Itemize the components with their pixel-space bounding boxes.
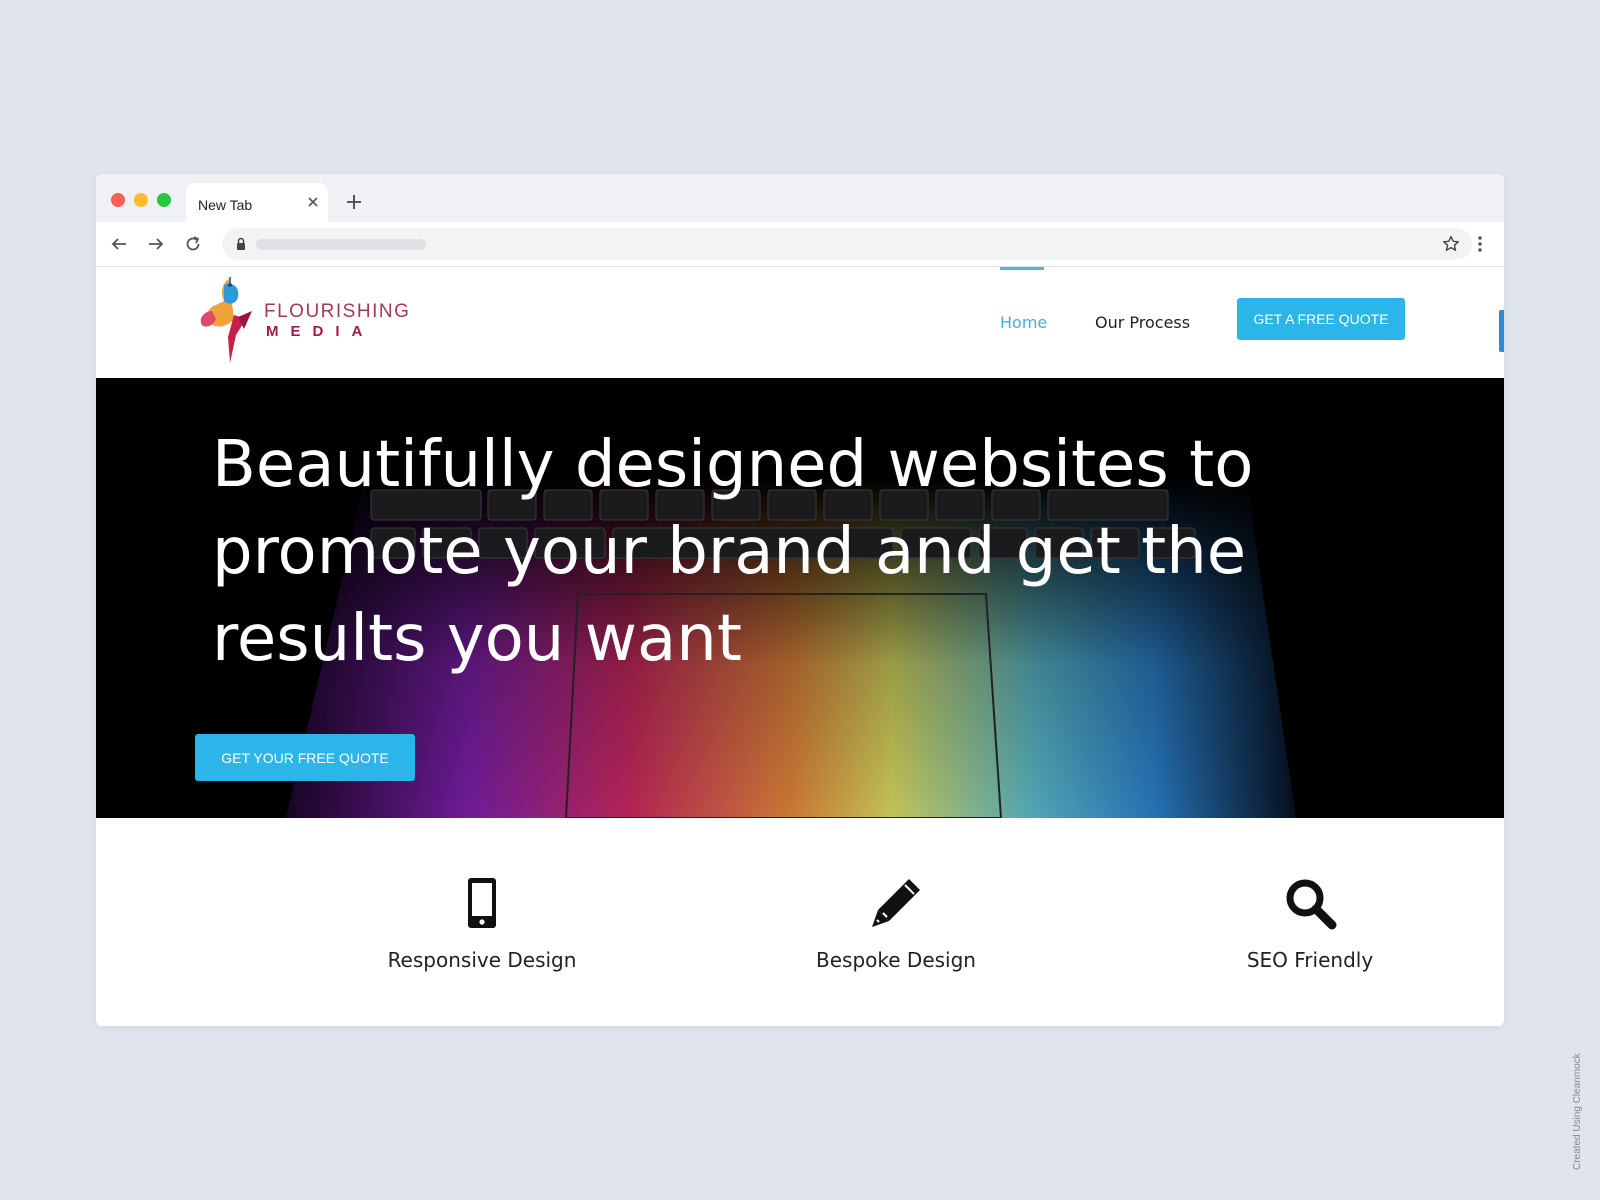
browser-toolbar [96, 222, 1504, 267]
feature-seo-friendly: SEO Friendly [1160, 818, 1460, 1018]
side-feedback-tab[interactable] [1499, 310, 1504, 352]
logo[interactable]: FLOURISHING MEDIA [194, 275, 434, 365]
mobile-phone-icon [468, 878, 496, 928]
reload-icon[interactable] [184, 235, 202, 253]
active-nav-indicator [1000, 267, 1044, 270]
tab-title: New Tab [198, 197, 253, 213]
lock-icon [237, 237, 245, 250]
hero-banner: Beautifully designed websites to promote… [96, 378, 1504, 818]
get-your-free-quote-button[interactable]: GET YOUR FREE QUOTE [195, 734, 415, 781]
maximize-window-button[interactable] [157, 193, 171, 207]
pencil-icon [872, 879, 920, 927]
url-placeholder [256, 239, 426, 250]
browser-tab[interactable]: New Tab [186, 183, 328, 222]
hero-headline: Beautifully designed websites to promote… [212, 428, 1254, 676]
feature-responsive-design: Responsive Design [332, 818, 632, 1018]
plus-icon[interactable] [346, 194, 362, 210]
menu-dots-icon[interactable] [1478, 235, 1482, 253]
close-icon[interactable] [306, 195, 320, 209]
close-window-button[interactable] [111, 193, 125, 207]
tab-bar: New Tab [96, 174, 1504, 222]
logo-text-line2: MEDIA [266, 323, 375, 340]
site-header: FLOURISHING MEDIA Home Our Process GET A… [96, 267, 1504, 377]
logo-text-line1: FLOURISHING [264, 301, 411, 322]
browser-window: New Tab FLOURISHING MEDIA Home Our Proce… [96, 174, 1504, 1026]
feature-label: SEO Friendly [1246, 948, 1374, 972]
nav-link-our-process[interactable]: Our Process [1095, 313, 1190, 332]
forward-arrow-icon[interactable] [147, 235, 165, 253]
nav-link-home[interactable]: Home [1000, 313, 1047, 332]
features-section: Responsive Design Bespoke Design SEO Fri… [96, 818, 1504, 1026]
feature-label: Responsive Design [387, 948, 577, 972]
minimize-window-button[interactable] [134, 193, 148, 207]
get-free-quote-button[interactable]: GET A FREE QUOTE [1237, 298, 1405, 340]
search-icon [1286, 879, 1337, 930]
watermark: Created Using Cleanmock [1572, 1053, 1583, 1170]
star-icon[interactable] [1442, 235, 1460, 253]
back-arrow-icon[interactable] [110, 235, 128, 253]
address-bar[interactable] [222, 228, 1472, 260]
feature-label: Bespoke Design [816, 948, 976, 972]
peacock-logo-icon [200, 277, 252, 363]
feature-bespoke-design: Bespoke Design [746, 818, 1046, 1018]
